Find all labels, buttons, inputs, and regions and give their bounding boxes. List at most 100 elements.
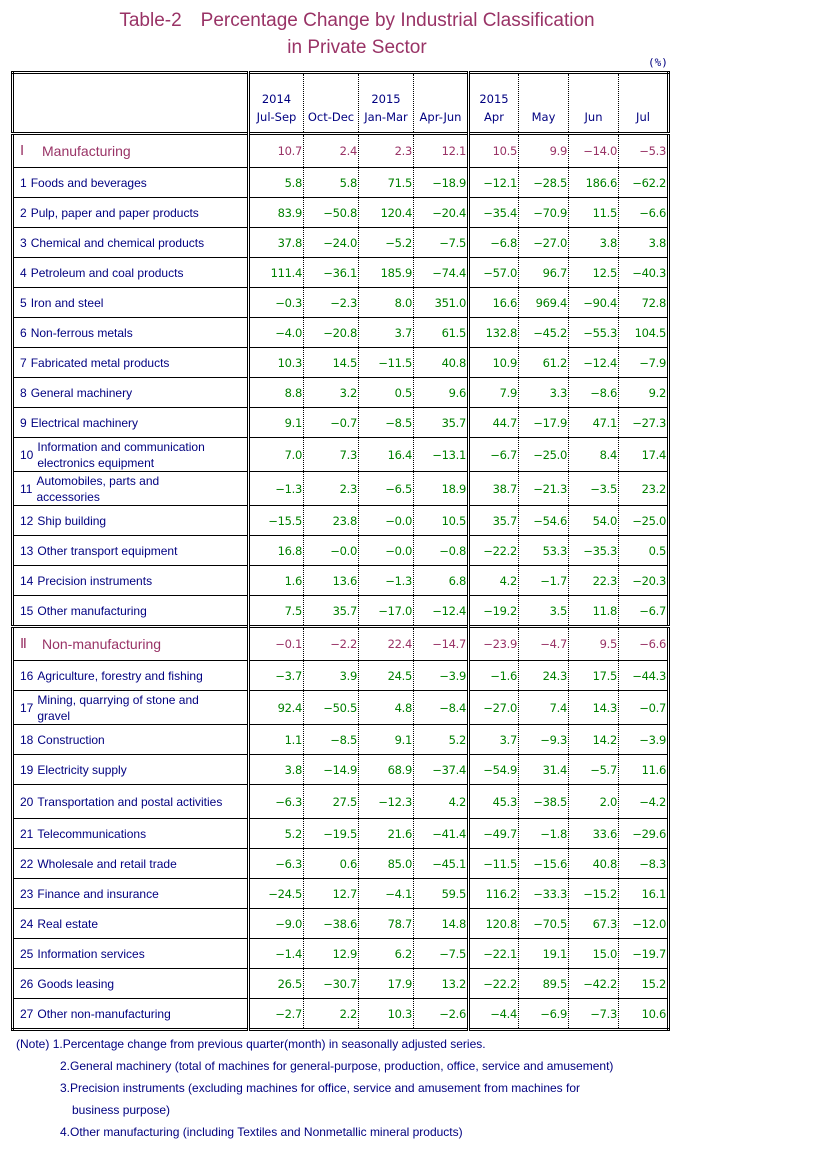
value-cell: −50.8 xyxy=(303,197,359,228)
value-cell: 5.2 xyxy=(413,724,470,755)
value-cell: 22.3 xyxy=(568,565,619,596)
value-cell: −7.5 xyxy=(413,227,470,258)
value-cell: 27.5 xyxy=(303,784,359,819)
value-cell: 35.7 xyxy=(413,407,470,438)
value-cell: −62.2 xyxy=(618,167,669,198)
table-row: 6 Non-ferrous metals −4.0 −20.8 3.7 61.5 132.8… xyxy=(12,317,669,348)
value-cell: 18.9 xyxy=(413,471,470,506)
row-label: Construction xyxy=(37,732,105,747)
value-cell: 21.6 xyxy=(358,818,414,849)
value-cell: 44.7 xyxy=(468,407,519,438)
value-cell: 16.6 xyxy=(468,287,519,318)
value-cell: −5.7 xyxy=(568,754,619,785)
value-cell: −1.6 xyxy=(468,660,519,691)
value-cell: 23.2 xyxy=(618,471,669,506)
row-number: 21 xyxy=(20,826,34,841)
value-cell: 351.0 xyxy=(413,287,470,318)
value-cell: 1.1 xyxy=(248,724,304,755)
value-cell: 38.7 xyxy=(468,471,519,506)
value-cell: 3.5 xyxy=(518,595,569,627)
row-label: Automobiles, parts and accessories xyxy=(36,473,160,504)
table-row: 1 Foods and beverages 5.8 5.8 71.5 −18.9 −12.1… xyxy=(12,167,669,198)
value-cell: −3.5 xyxy=(568,471,619,506)
value-cell: −44.3 xyxy=(618,660,669,691)
value-cell: −7.3 xyxy=(568,998,619,1030)
row-label: Finance and insurance xyxy=(37,886,159,901)
value-cell: 116.2 xyxy=(468,878,519,909)
value-cell: −9.3 xyxy=(518,724,569,755)
row-number: Ⅰ xyxy=(20,143,25,159)
row-label-cell: 15 Other manufacturing xyxy=(12,595,250,627)
table-row: 9 Electrical machinery 9.1 −0.7 −8.5 35.7 44.7… xyxy=(12,407,669,438)
value-cell: 3.8 xyxy=(618,227,669,258)
percentage-change-table: 2014 Jul-Sep Oct-Dec 2015 Jan-Mar Apr-Jun 20… xyxy=(11,71,670,1031)
row-label: General machinery xyxy=(30,385,133,400)
value-cell: 120.4 xyxy=(358,197,414,228)
row-number: 18 xyxy=(20,732,34,747)
value-cell: −8.3 xyxy=(618,848,669,879)
note-prefix: (Note) xyxy=(16,1037,53,1051)
value-cell: −17.9 xyxy=(518,407,569,438)
value-cell: 24.3 xyxy=(518,660,569,691)
row-number: 7 xyxy=(20,355,27,370)
note-3-continued: business purpose) xyxy=(72,1103,171,1117)
row-number: 20 xyxy=(20,794,34,809)
value-cell: −2.2 xyxy=(303,626,359,661)
value-cell: 54.0 xyxy=(568,505,619,536)
value-cell: 96.7 xyxy=(518,257,569,288)
value-cell: 17.9 xyxy=(358,968,414,999)
value-cell: −4.1 xyxy=(358,878,414,909)
column-header-period: Jul xyxy=(636,110,650,124)
value-cell: 9.1 xyxy=(248,407,304,438)
value-cell: −24.5 xyxy=(248,878,304,909)
row-label: Non-manufacturing xyxy=(42,636,162,652)
value-cell: −54.6 xyxy=(518,505,569,536)
value-cell: 3.8 xyxy=(568,227,619,258)
value-cell: −12.4 xyxy=(568,347,619,378)
value-cell: 12.9 xyxy=(303,938,359,969)
value-cell: 61.2 xyxy=(518,347,569,378)
value-cell: −70.5 xyxy=(518,908,569,939)
value-cell: 3.9 xyxy=(303,660,359,691)
note-3: 3.Precision instruments (excluding machi… xyxy=(60,1081,581,1095)
row-label: Transportation and postal activities xyxy=(37,794,223,809)
row-label: Electricity supply xyxy=(37,762,127,777)
column-header-period: Jan-Mar xyxy=(364,110,408,124)
value-cell: −21.3 xyxy=(518,471,569,506)
header-corner-cell xyxy=(12,72,250,134)
value-cell: −25.0 xyxy=(518,437,569,472)
value-cell: −12.0 xyxy=(618,908,669,939)
row-label-cell: 25 Information services xyxy=(12,938,250,969)
row-label-cell: 1 Foods and beverages xyxy=(12,167,250,198)
row-number: 5 xyxy=(20,295,27,310)
value-cell: 37.8 xyxy=(248,227,304,258)
value-cell: −40.3 xyxy=(618,257,669,288)
value-cell: −28.5 xyxy=(518,167,569,198)
column-header-year xyxy=(569,90,618,108)
table-row: 2 Pulp, paper and paper products 83.9 −50.8… xyxy=(12,197,669,228)
value-cell: −6.9 xyxy=(518,998,569,1030)
value-cell: 13.6 xyxy=(303,565,359,596)
value-cell: 0.5 xyxy=(358,377,414,408)
value-cell: 8.0 xyxy=(358,287,414,318)
column-header-year xyxy=(519,90,568,108)
value-cell: 68.9 xyxy=(358,754,414,785)
column-header-period: Apr-Jun xyxy=(419,110,462,124)
value-cell: −15.5 xyxy=(248,505,304,536)
value-cell: −8.6 xyxy=(568,377,619,408)
value-cell: −2.7 xyxy=(248,998,304,1030)
column-header-year: 2015 xyxy=(479,92,509,106)
row-label: Information services xyxy=(37,946,145,961)
value-cell: 1.6 xyxy=(248,565,304,596)
value-cell: −0.8 xyxy=(413,535,470,566)
row-number: 12 xyxy=(20,513,34,528)
table-row: 24 Real estate −9.0 −38.6 78.7 14.8 120.8 −70.5… xyxy=(12,908,669,939)
notes: (Note) 1.Percentage change from previous… xyxy=(16,1033,613,1143)
row-label: Non-ferrous metals xyxy=(30,325,133,340)
table-row: 5 Iron and steel −0.3 −2.3 8.0 351.0 16.6 969.4… xyxy=(12,287,669,318)
row-label: Wholesale and retail trade xyxy=(37,856,177,871)
row-label-cell: 12 Ship building xyxy=(12,505,250,536)
value-cell: 4.2 xyxy=(468,565,519,596)
row-number: 19 xyxy=(20,762,34,777)
value-cell: −4.7 xyxy=(518,626,569,661)
